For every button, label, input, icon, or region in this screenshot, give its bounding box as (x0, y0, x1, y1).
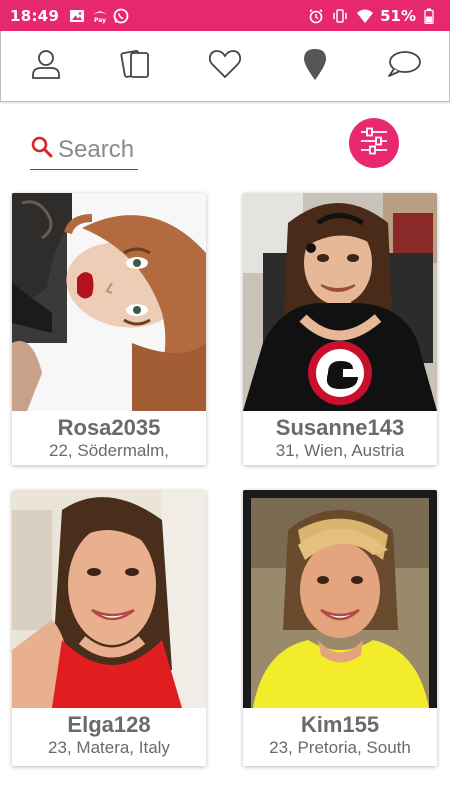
nav-favorites-button[interactable] (200, 41, 250, 91)
main-navigation (0, 31, 450, 102)
profile-location: 23, Matera, Italy (48, 738, 170, 757)
profile-name: Susanne143 (275, 415, 405, 440)
search-icon (30, 135, 54, 164)
cards-icon (117, 46, 153, 87)
location-pin-icon (302, 47, 328, 86)
nav-profile-button[interactable] (21, 41, 71, 91)
profile-photo[interactable] (243, 193, 437, 411)
nav-messages-button[interactable] (379, 41, 429, 91)
profile-photo[interactable] (12, 490, 206, 708)
profile-card[interactable]: Rosa2035 22, Södermalm, (12, 193, 206, 465)
status-time: 18:49 (10, 6, 60, 25)
heart-icon (208, 48, 242, 85)
filter-sliders-icon (358, 127, 390, 160)
airplane-pay-icon: Pay (91, 8, 108, 24)
filter-button[interactable] (349, 118, 399, 168)
profile-card[interactable]: Kim155 23, Pretoria, South (243, 490, 437, 766)
chat-bubble-icon (386, 49, 422, 84)
profile-photo[interactable] (12, 193, 206, 411)
profile-name: Elga128 (67, 712, 151, 737)
search-placeholder: Search (58, 135, 135, 163)
alarm-icon (308, 8, 324, 24)
person-icon (29, 47, 63, 86)
nav-cards-button[interactable] (110, 41, 160, 91)
wifi-icon (356, 8, 374, 24)
vibrate-icon (332, 8, 348, 24)
profile-card[interactable]: Susanne143 31, Wien, Austria (243, 193, 437, 465)
search-field[interactable]: Search (30, 130, 138, 170)
nav-nearby-button[interactable] (290, 41, 340, 91)
whatsapp-icon (113, 8, 129, 24)
svg-text:Pay: Pay (94, 17, 106, 24)
profile-card[interactable]: Elga128 23, Matera, Italy (12, 490, 206, 766)
image-icon (69, 8, 85, 24)
profile-photo[interactable] (243, 490, 437, 708)
battery-icon (424, 8, 440, 24)
profile-location: 31, Wien, Austria (275, 441, 405, 460)
profile-name: Rosa2035 (57, 415, 161, 440)
status-bar: 18:49 Pay 51% (0, 0, 450, 31)
profile-location: 23, Pretoria, South (269, 738, 411, 757)
battery-text: 51% (380, 6, 416, 25)
profile-name: Kim155 (300, 712, 380, 737)
profile-location: 22, Södermalm, (49, 441, 169, 460)
